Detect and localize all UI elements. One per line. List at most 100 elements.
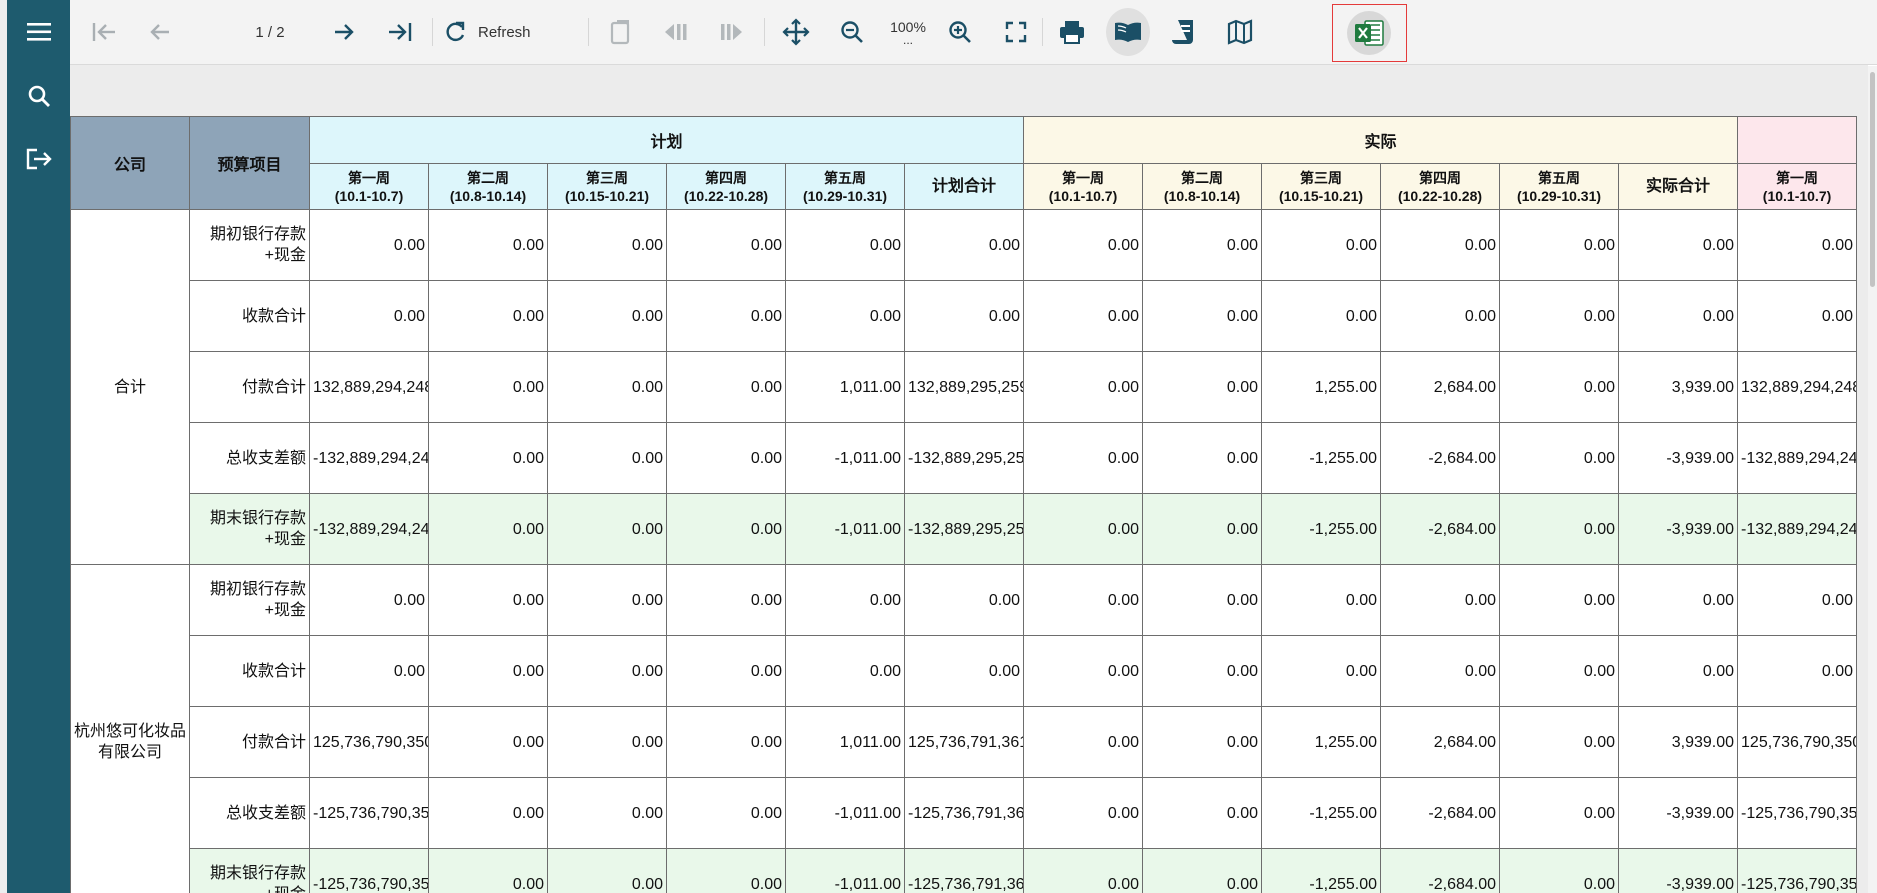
zoom-out-button[interactable] <box>830 8 874 56</box>
step-back-button[interactable] <box>654 8 698 56</box>
value-cell: 0.00 <box>1499 351 1620 423</box>
value-cell: 0.00 <box>1023 351 1144 423</box>
value-cell: 125,736,791,361.00 <box>903 706 1025 778</box>
column-title: 第二周 <box>467 169 509 186</box>
value-cell: -132,889,294,248.00 <box>1737 422 1858 494</box>
value-cell: -2,684.00 <box>1380 777 1501 849</box>
value-cell: 0.00 <box>1499 209 1620 281</box>
value-cell: 0.00 <box>1499 280 1620 352</box>
value-cell: -2,684.00 <box>1380 493 1501 565</box>
value-cell: -2,684.00 <box>1380 422 1501 494</box>
table-row: 付款合计132,889,294,248.000.000.000.001,011.… <box>71 351 1858 423</box>
value-cell: 0.00 <box>785 280 905 352</box>
value-cell: 0.00 <box>666 635 786 707</box>
header-company: 公司 <box>70 116 190 210</box>
scroll-icon <box>1172 20 1193 44</box>
toolbar-separator <box>764 18 765 46</box>
pan-button[interactable] <box>774 8 818 56</box>
value-cell: 0.00 <box>1499 777 1620 849</box>
zoom-level-dropdown[interactable]: 100% ... <box>880 8 936 56</box>
value-cell: 0.00 <box>428 280 548 352</box>
first-page-button[interactable] <box>82 8 126 56</box>
table-row: 收款合计 0.00 0.00 0.00 0.00 0.00 0.00 0.00 0.00 0.00… <box>71 280 1858 352</box>
excel-export-highlight <box>1332 4 1407 62</box>
value-cell: 0.00 <box>428 564 548 636</box>
value-cell: 0.00 <box>428 635 548 707</box>
last-page-button[interactable] <box>378 8 422 56</box>
budget-item-cell: 期末银行存款+现金 <box>189 848 310 893</box>
value-cell: 0.00 <box>1380 209 1501 281</box>
toolbar-separator <box>432 18 433 46</box>
last-page-icon <box>389 23 412 41</box>
value-cell: 0.00 <box>903 564 1025 636</box>
page-indicator[interactable]: 1 / 2 <box>220 8 320 56</box>
value-cell: -1,255.00 <box>1261 493 1382 565</box>
value-cell: 0.00 <box>1737 564 1858 636</box>
value-cell: 0.00 <box>666 280 786 352</box>
step-back-icon <box>665 24 687 40</box>
value-cell: 0.00 <box>1023 564 1144 636</box>
column-title: 实际合计 <box>1646 177 1711 195</box>
value-cell: 0.00 <box>666 777 786 849</box>
prev-page-button[interactable] <box>138 8 182 56</box>
value-cell: 0.00 <box>428 706 548 778</box>
refresh-button[interactable]: Refresh <box>442 8 582 56</box>
column-title: 第一周 <box>348 169 390 186</box>
budget-item-cell: 收款合计 <box>189 280 310 352</box>
value-cell: 0.00 <box>547 706 667 778</box>
zoom-in-button[interactable] <box>938 8 982 56</box>
column-date-range: (10.15-10.21) <box>564 187 650 204</box>
export-page-button[interactable] <box>598 8 642 56</box>
map-view-button[interactable] <box>1218 8 1262 56</box>
value-cell: 0.00 <box>1023 635 1144 707</box>
export-button[interactable] <box>7 137 70 181</box>
budget-item-cell: 付款合计 <box>189 706 310 778</box>
column-date-range: (10.29-10.31) <box>802 187 888 204</box>
vertical-scrollbar[interactable] <box>1868 66 1877 893</box>
value-cell: 0.00 <box>1023 848 1144 893</box>
plan-col-4: 第四周 (10.22-10.28) <box>666 163 786 210</box>
exit-icon <box>26 148 52 170</box>
value-cell: 0.00 <box>785 635 905 707</box>
value-cell: 0.00 <box>1737 635 1858 707</box>
scrollbar-thumb[interactable] <box>1870 72 1875 287</box>
value-cell: -132,889,295,259.00 <box>903 493 1025 565</box>
column-date-range: (10.8-10.14) <box>1163 187 1241 204</box>
table-row: 合计 期初银行存款+现金 0.00 0.00 0.00 0.00 0.00 0.00 0.00 0… <box>70 209 1858 565</box>
arrow-right-icon <box>335 24 354 40</box>
value-cell: -2,684.00 <box>1380 848 1501 893</box>
scroll-view-button[interactable] <box>1162 8 1206 56</box>
toolbar: 1 / 2 Refresh 100% ... <box>70 0 1877 65</box>
value-cell: 0.00 <box>1499 493 1620 565</box>
step-forward-button[interactable] <box>710 8 754 56</box>
table-row: 杭州悠可化妆品有限公司 期初银行存款+现金 0.00 0.00 0.00 0.00 0.00… <box>70 564 1858 893</box>
value-cell: 0.00 <box>1142 280 1263 352</box>
value-cell: 0.00 <box>428 351 548 423</box>
next-page-button[interactable] <box>322 8 366 56</box>
value-cell: 0.00 <box>309 280 429 352</box>
plan-col-5: 第五周 (10.29-10.31) <box>785 163 905 210</box>
value-cell: 0.00 <box>1261 635 1382 707</box>
value-cell: 0.00 <box>1380 564 1501 636</box>
value-cell: 0.00 <box>1142 706 1263 778</box>
fullscreen-button[interactable] <box>994 8 1038 56</box>
refresh-icon <box>446 21 465 42</box>
value-cell: 0.00 <box>1023 493 1144 565</box>
value-cell: -3,939.00 <box>1618 493 1739 565</box>
value-cell: 0.00 <box>547 564 667 636</box>
print-button[interactable] <box>1050 8 1094 56</box>
value-cell: 0.00 <box>1499 706 1620 778</box>
table-row: 总收支差额-125,736,790,350.000.000.000.00-1,0… <box>71 777 1858 849</box>
menu-button[interactable] <box>7 10 70 54</box>
value-cell: 1,255.00 <box>1261 351 1382 423</box>
column-date-range: (10.22-10.28) <box>683 187 769 204</box>
value-cell: 0.00 <box>1737 209 1858 281</box>
company-cell: 杭州悠可化妆品有限公司 <box>70 564 190 893</box>
search-button[interactable] <box>7 74 70 118</box>
excel-export-button[interactable] <box>1347 11 1391 55</box>
zoom-dropdown-indicator: ... <box>902 33 913 47</box>
book-view-button[interactable] <box>1106 8 1150 56</box>
value-cell: 0.00 <box>428 422 548 494</box>
fullscreen-icon <box>1005 21 1027 43</box>
column-title: 第三周 <box>586 169 628 186</box>
